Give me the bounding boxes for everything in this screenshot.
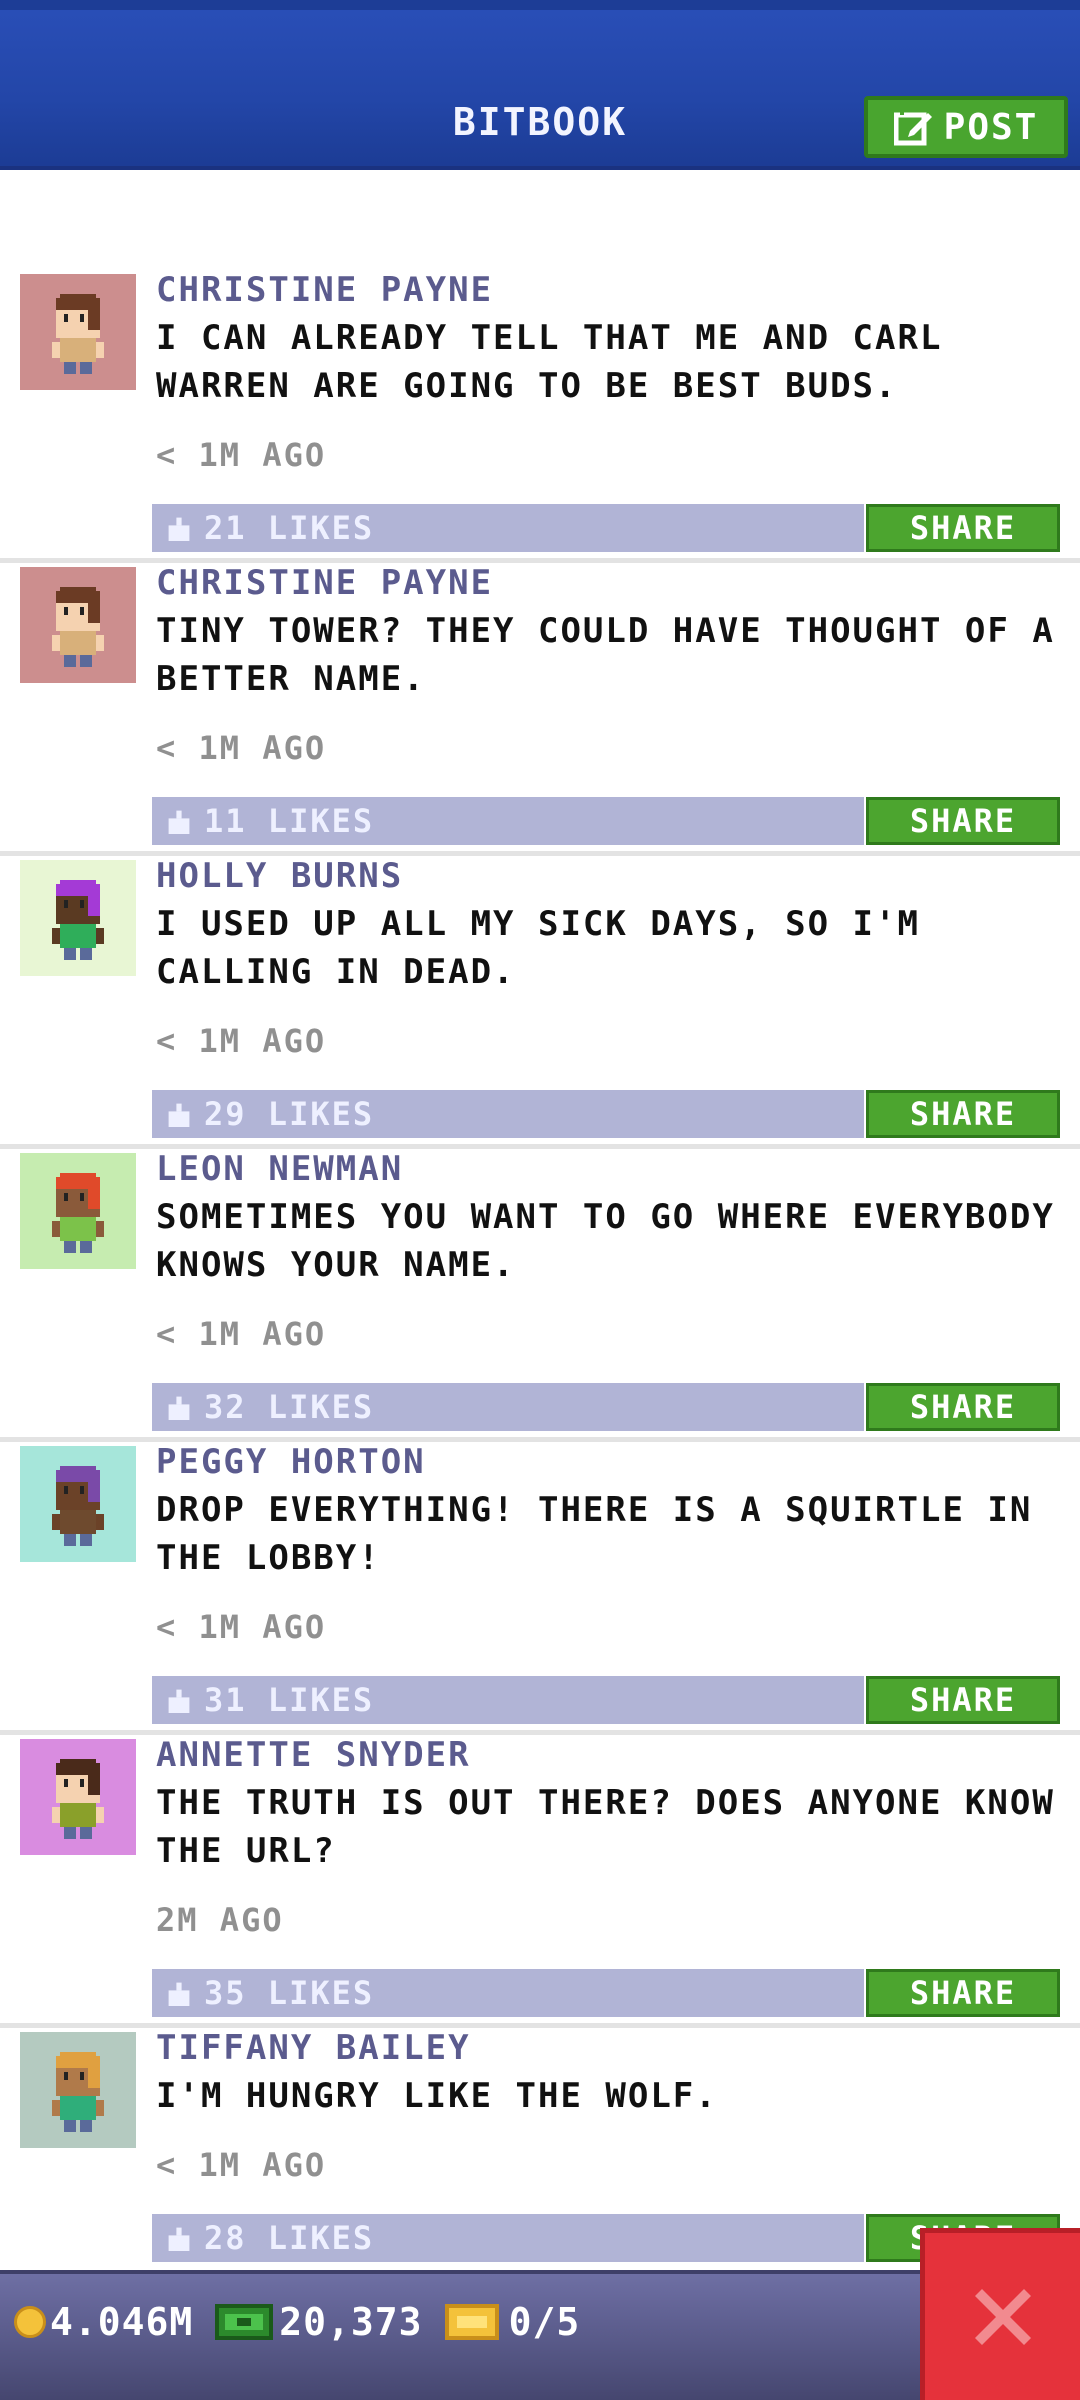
bux-stat: 20,373 [215,2300,422,2344]
avatar[interactable] [20,1446,136,1562]
post-timestamp: 2M AGO [156,1901,284,1939]
post-feed: CHRISTINE PAYNE I CAN ALREADY TELL THAT … [0,270,1080,2280]
avatar-red-hair-icon [20,1153,136,1269]
currency-stats: 4.046M 20,373 0/5 [14,2300,602,2344]
status-strip [0,0,1080,10]
avatar[interactable] [20,2032,136,2148]
avatar[interactable] [20,1739,136,1855]
thumbs-up-icon [168,517,190,541]
likes-button[interactable]: 35 LIKES [152,1969,864,2017]
thumbs-up-icon [168,1982,190,2006]
post-message: SOMETIMES YOU WANT TO GO WHERE EVERYBODY… [156,1197,1055,1285]
bux-value: 20,373 [279,2300,423,2344]
likes-button[interactable]: 32 LIKES [152,1383,864,1431]
post-author[interactable]: PEGGY HORTON [156,1442,426,1482]
post-timestamp: < 1M AGO [156,2146,327,2184]
thumbs-up-icon [168,1396,190,1420]
likes-count: 21 LIKES [204,509,375,547]
likes-count: 32 LIKES [204,1388,375,1426]
feed-post: HOLLY BURNS I USED UP ALL MY SICK DAYS, … [0,856,1080,1149]
coins-value: 4.046M [50,2300,194,2344]
post-message: TINY TOWER? THEY COULD HAVE THOUGHT OF A… [156,611,1055,699]
avatar-purple-hair-icon [20,1446,136,1562]
thumbs-up-icon [168,810,190,834]
post-timestamp: < 1M AGO [156,729,327,767]
likes-button[interactable]: 11 LIKES [152,797,864,845]
likes-count: 31 LIKES [204,1681,375,1719]
avatar-dark-hair-icon [20,1739,136,1855]
bottom-status-bar: 4.046M 20,373 0/5 [0,2270,1080,2400]
thumbs-up-icon [168,2227,190,2251]
likes-count: 35 LIKES [204,1974,375,2012]
post-message: THE TRUTH IS OUT THERE? DOES ANYONE KNOW… [156,1783,1055,1871]
bux-icon [215,2304,274,2340]
post-author[interactable]: LEON NEWMAN [156,1149,403,1189]
likes-button[interactable]: 21 LIKES [152,504,864,552]
likes-count: 11 LIKES [204,802,375,840]
likes-count: 29 LIKES [204,1095,375,1133]
avatar[interactable] [20,567,136,683]
post-message: DROP EVERYTHING! THERE IS A SQUIRTLE IN … [156,1490,1033,1578]
share-button[interactable]: SHARE [866,797,1060,845]
avatar[interactable] [20,860,136,976]
post-author[interactable]: TIFFANY BAILEY [156,2028,471,2068]
post-timestamp: < 1M AGO [156,1315,327,1353]
share-button[interactable]: SHARE [866,504,1060,552]
likes-count: 28 LIKES [204,2219,375,2257]
share-button[interactable]: SHARE [866,1090,1060,1138]
likes-button[interactable]: 29 LIKES [152,1090,864,1138]
thumbs-up-icon [168,1689,190,1713]
avatar-purple-hat-icon [20,860,136,976]
feed-post: ANNETTE SNYDER THE TRUTH IS OUT THERE? D… [0,1735,1080,2028]
share-button[interactable]: SHARE [866,1383,1060,1431]
app-header: BITBOOK POST [0,0,1080,170]
share-button[interactable]: SHARE [866,1969,1060,2017]
post-message: I USED UP ALL MY SICK DAYS, SO I'M CALLI… [156,904,920,992]
post-timestamp: < 1M AGO [156,1022,327,1060]
post-message: I'M HUNGRY LIKE THE WOLF. [156,2076,718,2116]
post-author[interactable]: CHRISTINE PAYNE [156,563,493,603]
post-button-label: POST [943,106,1039,148]
avatar[interactable] [20,274,136,390]
ticket-icon [444,2304,499,2340]
post-message: I CAN ALREADY TELL THAT ME AND CARL WARR… [156,318,943,406]
post-author[interactable]: CHRISTINE PAYNE [156,270,493,310]
likes-button[interactable]: 28 LIKES [152,2214,864,2262]
avatar[interactable] [20,1153,136,1269]
tickets-value: 0/5 [508,2300,581,2344]
coin-icon [14,2306,46,2338]
likes-button[interactable]: 31 LIKES [152,1676,864,1724]
tickets-stat: 0/5 [444,2300,581,2344]
feed-post: PEGGY HORTON DROP EVERYTHING! THERE IS A… [0,1442,1080,1735]
thumbs-up-icon [168,1103,190,1127]
post-author[interactable]: ANNETTE SNYDER [156,1735,471,1775]
post-author[interactable]: HOLLY BURNS [156,856,403,896]
avatar-brown-hair-icon [20,274,136,390]
edit-icon [893,111,932,146]
share-button[interactable]: SHARE [866,1676,1060,1724]
avatar-brown-hair-icon [20,567,136,683]
coins-stat: 4.046M [14,2300,193,2344]
feed-post: CHRISTINE PAYNE TINY TOWER? THEY COULD H… [0,563,1080,856]
close-icon [974,2288,1031,2345]
avatar-blonde-hair-icon [20,2032,136,2148]
post-timestamp: < 1M AGO [156,436,327,474]
feed-post: TIFFANY BAILEY I'M HUNGRY LIKE THE WOLF.… [0,2028,1080,2280]
feed-post: LEON NEWMAN SOMETIMES YOU WANT TO GO WHE… [0,1149,1080,1442]
feed-post: CHRISTINE PAYNE I CAN ALREADY TELL THAT … [0,270,1080,563]
close-button[interactable] [920,2228,1080,2400]
post-timestamp: < 1M AGO [156,1608,327,1646]
post-button[interactable]: POST [864,96,1068,158]
